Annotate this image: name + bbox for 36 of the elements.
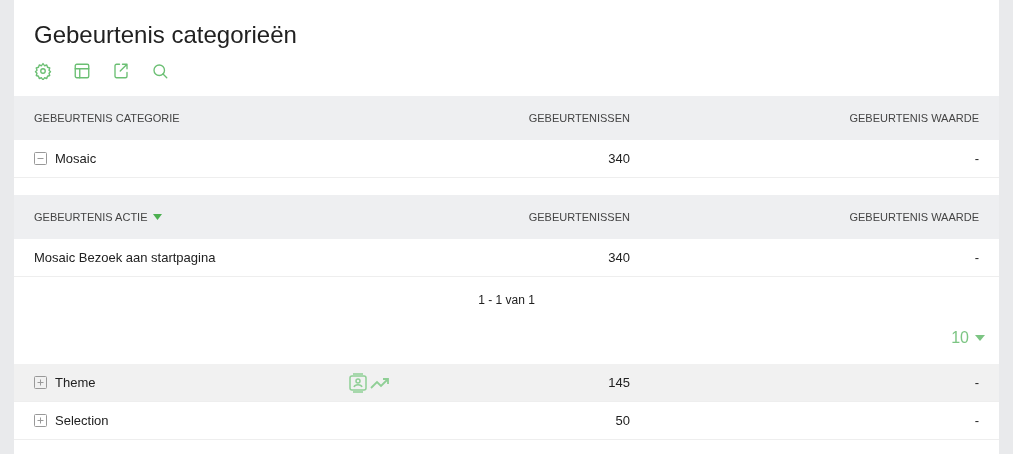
settings-button[interactable] — [34, 62, 52, 80]
column-header[interactable]: GEBEURTENIS WAARDE — [849, 208, 979, 226]
export-icon — [112, 62, 130, 80]
row-label: Theme — [55, 373, 96, 392]
column-header[interactable]: GEBEURTENIS ACTIE — [34, 208, 148, 226]
table-button[interactable] — [73, 62, 91, 80]
row-label: Mosaic — [55, 149, 97, 168]
export-button[interactable] — [112, 62, 130, 80]
row-label: Mosaic Bezoek aan startpagina — [34, 248, 217, 267]
table-cell-text: 145 — [608, 373, 630, 392]
pagination-info: 1 - 1 van 1 — [478, 292, 535, 309]
row-label: Selection — [55, 411, 109, 430]
column-header[interactable]: GEBEURTENISSEN — [528, 109, 630, 127]
table-cell-text: - — [974, 149, 979, 168]
column-header[interactable]: GEBEURTENIS WAARDE — [849, 109, 979, 127]
table-cell-text: - — [974, 248, 979, 267]
search-icon — [151, 62, 169, 80]
expand-icon[interactable] — [34, 414, 47, 427]
table-cell-text: 340 — [608, 149, 630, 168]
table-icon — [73, 62, 91, 80]
page-title: Gebeurtenis categorieën — [34, 20, 298, 50]
column-header[interactable]: GEBEURTENIS CATEGORIE — [34, 109, 395, 127]
column-header[interactable]: GEBEURTENISSEN — [528, 208, 630, 226]
gear-icon — [34, 62, 52, 80]
table-cell-text: 340 — [608, 248, 630, 267]
table-cell-text: - — [974, 411, 979, 430]
caret-icon — [975, 335, 985, 341]
expand-icon[interactable] — [34, 376, 47, 389]
table-cell-text: 50 — [615, 411, 630, 430]
search-button[interactable] — [151, 62, 169, 80]
table-row[interactable]: Mosaic Bezoek aan startpagina 340 - — [14, 239, 999, 277]
table-row[interactable]: Theme 145 - — [14, 364, 999, 402]
collapse-icon[interactable] — [34, 152, 47, 165]
table-cell-text: - — [974, 373, 979, 392]
trend-icon[interactable] — [370, 375, 390, 390]
visitor-profile-icon[interactable] — [349, 372, 367, 393]
